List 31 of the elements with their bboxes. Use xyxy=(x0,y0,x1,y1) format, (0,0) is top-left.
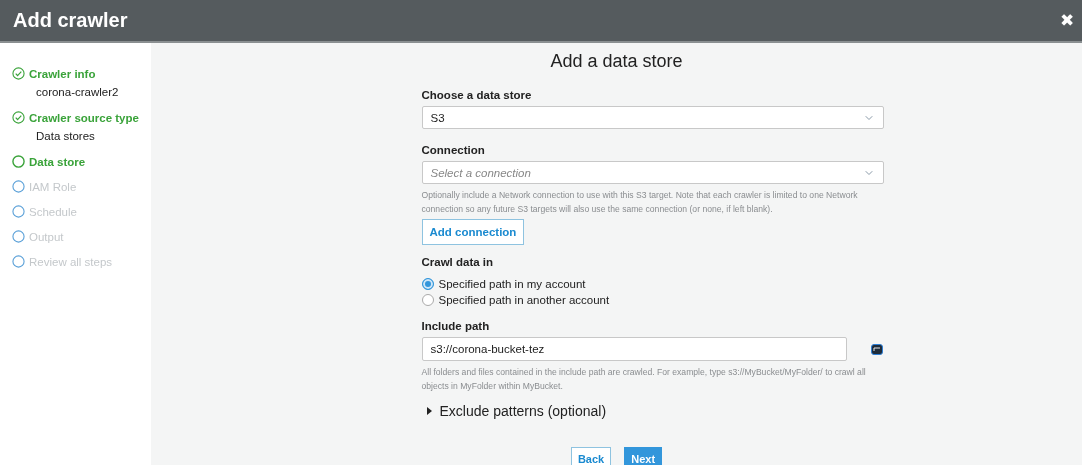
radio-label: Specified path in my account xyxy=(438,278,586,290)
field-label: Choose a data store xyxy=(421,89,532,101)
step-detail: corona-crawler2 xyxy=(36,85,119,100)
close-button[interactable]: ✖ xyxy=(1060,10,1074,31)
help-text: Optionally include a Network connection to use with this S3 target. Note that each crawler is limited to one Network connection so any future S3 targets will also use the same connection (or none, if left blank). xyxy=(421,189,859,216)
step-label[interactable]: Schedule xyxy=(29,205,77,218)
data-store-select[interactable]: S3 xyxy=(421,106,884,129)
folder-icon[interactable] xyxy=(870,343,883,355)
radio-button[interactable] xyxy=(421,294,434,306)
back-button[interactable]: Back xyxy=(570,447,612,465)
help-text: All folders and files contained in the include path are crawled. For example, type s3://MyBucket/MyFolder/ to crawl all objects in MyFolder within MyBucket. xyxy=(421,366,867,393)
page-heading: Add a data store xyxy=(550,51,683,72)
field-label: Include path xyxy=(421,320,490,332)
step-label[interactable]: Crawler source type xyxy=(29,111,139,124)
exclude-patterns-toggle[interactable]: Exclude patterns (optional) xyxy=(425,403,607,419)
step-label[interactable]: Data store xyxy=(29,155,86,168)
step-label[interactable]: Crawler info xyxy=(29,67,96,80)
field-label: Crawl data in xyxy=(421,256,494,268)
next-button[interactable]: Next xyxy=(624,447,663,465)
include-path-field[interactable]: s3://corona-bucket-tez xyxy=(421,337,847,361)
step-detail: Data stores xyxy=(36,129,95,144)
connection-select[interactable]: Select a connection xyxy=(421,161,884,184)
radio-label: Specified path in another account xyxy=(438,294,610,306)
field-label: Connection xyxy=(421,144,485,156)
step-label[interactable]: Output xyxy=(29,230,64,243)
step-label[interactable]: IAM Role xyxy=(29,180,77,193)
add-connection-button[interactable]: Add connection xyxy=(421,219,525,245)
radio-button[interactable] xyxy=(421,278,434,290)
step-label[interactable]: Review all steps xyxy=(29,255,113,268)
caret-right-icon xyxy=(425,407,432,415)
window-title: Add crawler xyxy=(13,9,128,32)
